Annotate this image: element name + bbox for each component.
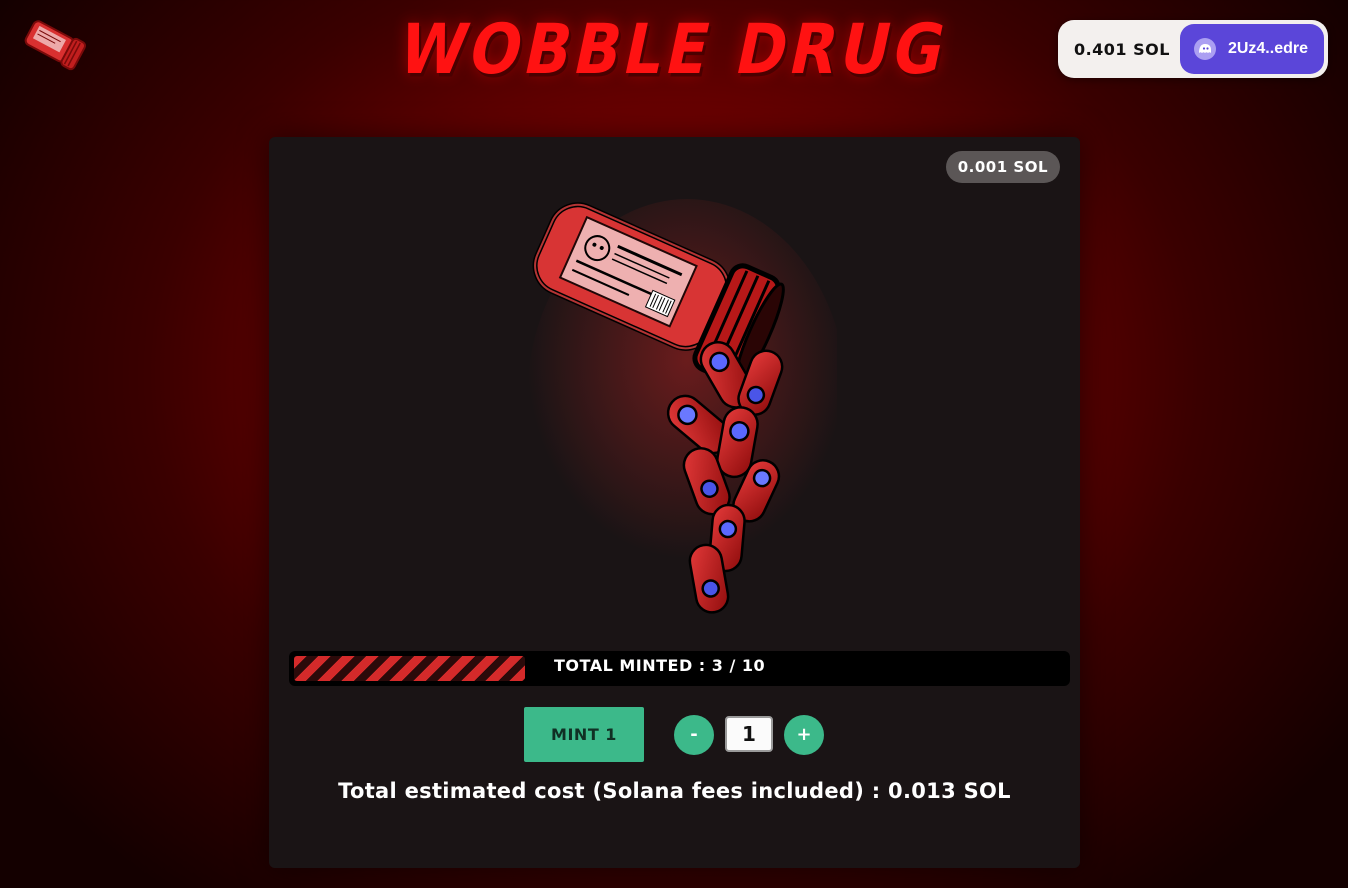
- phantom-ghost-icon: [1193, 38, 1216, 60]
- wallet-address-button[interactable]: 2Uz4..edre: [1179, 24, 1324, 74]
- mint-card: 0.001 SOL TOTAL MINTED: 3 / 10 MINT 1 -…: [269, 137, 1080, 868]
- quantity-input[interactable]: [725, 716, 773, 752]
- progress-fill: [294, 656, 525, 681]
- increase-quantity-button[interactable]: +: [784, 715, 824, 755]
- mint-controls: MINT 1 - +: [269, 707, 1080, 762]
- wallet-address: 2Uz4..edre: [1227, 40, 1308, 57]
- wallet-widget: 0.401 SOL 2Uz4..edre: [1057, 20, 1328, 78]
- estimated-cost-text: Total estimated cost (Solana fees includ…: [338, 779, 1011, 803]
- price-badge: 0.001 SOL: [945, 151, 1060, 183]
- wallet-balance: 0.401 SOL: [1073, 39, 1170, 59]
- mint-button[interactable]: MINT 1: [524, 707, 644, 762]
- decrease-quantity-button[interactable]: -: [674, 715, 714, 755]
- spilled-pill-bottle-image: [527, 199, 837, 614]
- mint-progress-bar: TOTAL MINTED : 3 / 10: [289, 651, 1070, 686]
- total-minted-label: TOTAL MINTED : 3 / 10: [554, 656, 766, 675]
